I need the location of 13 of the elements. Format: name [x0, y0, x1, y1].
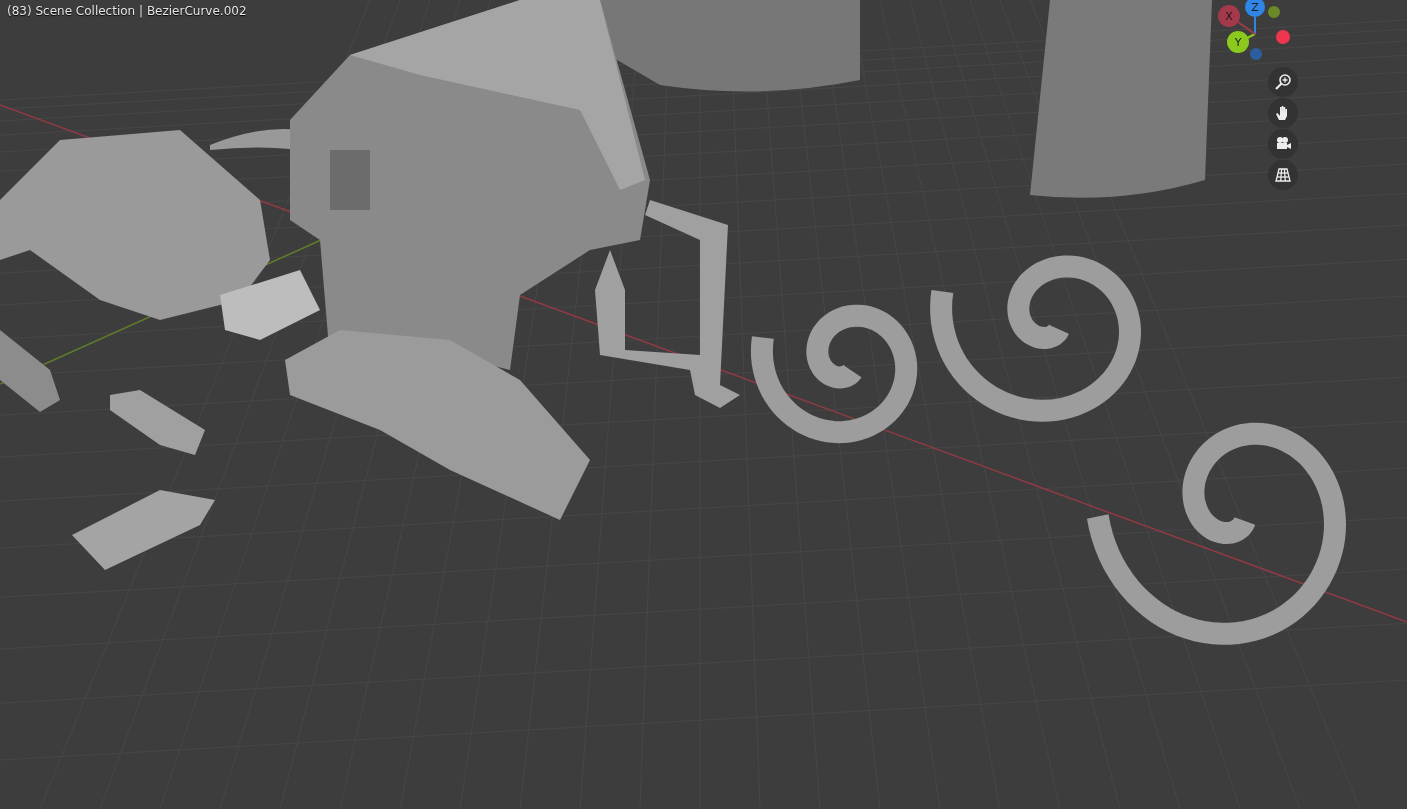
perspective-grid-icon — [1274, 166, 1292, 184]
camera-button[interactable] — [1268, 129, 1298, 159]
viewport-header-text: (83) Scene Collection | BezierCurve.002 — [7, 4, 247, 18]
zoom-button[interactable] — [1268, 67, 1298, 97]
zoom-icon — [1274, 73, 1292, 91]
pan-button[interactable] — [1268, 98, 1298, 128]
negative-axis-handle[interactable] — [1250, 48, 1262, 60]
axis-handle[interactable]: Z — [1245, 0, 1265, 17]
perspective-button[interactable] — [1268, 160, 1298, 190]
axis-handle[interactable]: X — [1218, 5, 1240, 27]
negative-axis-handle[interactable] — [1276, 30, 1290, 44]
axis-handle[interactable]: Y — [1227, 31, 1249, 53]
negative-axis-handle[interactable] — [1268, 6, 1280, 18]
